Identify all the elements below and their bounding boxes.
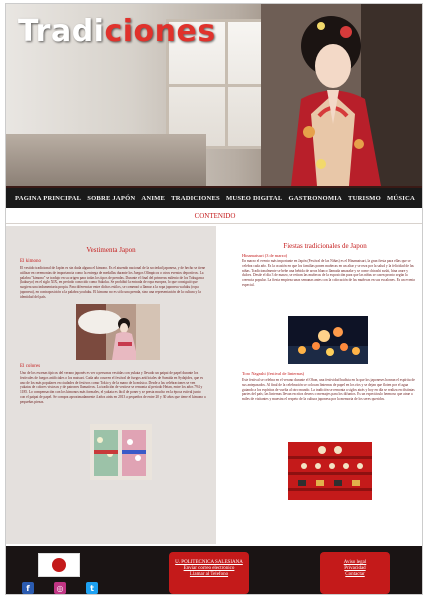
- legal-box: Aviso legal Privacidad Contactar: [320, 552, 390, 594]
- instagram-icon[interactable]: ◎: [54, 582, 66, 594]
- hero-banner: Tradiciones: [6, 4, 422, 186]
- divider: [6, 223, 422, 224]
- right-title: Fiestas tradicionales de Japon: [283, 242, 367, 250]
- toro-nagashi-heading: Toro Nagashi (festival de linternas): [242, 371, 305, 376]
- flag-circle: [52, 558, 66, 572]
- site-title: Tradiciones: [18, 14, 216, 49]
- site-title-part1: Tradi: [18, 14, 105, 49]
- hinamatsuri-heading: Hinamatsuri (3 de marzo): [242, 253, 288, 258]
- left-title: Vestimenta Japon: [86, 246, 136, 254]
- colours-heading: El colores: [20, 364, 41, 369]
- left-column: Vestimenta Japon El kimono El vestido tr…: [6, 226, 216, 544]
- footer: f ◎ t U. POLITECNICA SALESIANA Enviar co…: [6, 546, 422, 594]
- site-title-part2: ciones: [104, 14, 216, 49]
- kimono-image: [76, 304, 160, 360]
- nav-tradiciones[interactable]: TRADICIONES: [171, 195, 220, 202]
- page: Tradiciones PAGINA PRINCIPAL SOBRE JAPÓN…: [5, 3, 423, 595]
- colours-text: Uno de los escenas típicos del verano ja…: [20, 371, 206, 404]
- contact-box: U. POLITECNICA SALESIANA Enviar correo e…: [169, 552, 249, 594]
- hero-shelf-image: [6, 134, 206, 186]
- right-column: Fiestas tradicionales de Japon Hinamatsu…: [226, 226, 422, 544]
- facebook-icon[interactable]: f: [22, 582, 34, 594]
- japan-flag: [38, 553, 80, 577]
- lanterns-image: [288, 316, 368, 364]
- phone-link[interactable]: Llamar al Telefono: [169, 572, 249, 578]
- kimono-text: El vestido tradicional de Japón es sin d…: [20, 266, 206, 299]
- nav-musica[interactable]: MÚSICA: [387, 195, 415, 202]
- nav-pagina-principal[interactable]: PAGINA PRINCIPAL: [15, 195, 81, 202]
- nav-gastronomia[interactable]: GASTRONOMIA: [289, 195, 343, 202]
- nav-anime[interactable]: ANIME: [141, 195, 165, 202]
- hina-dolls-image: [288, 442, 372, 500]
- hinamatsuri-text: En marzo el evento más importante en Jap…: [242, 259, 416, 287]
- kimono-heading: El kimono: [20, 259, 41, 264]
- twitter-icon[interactable]: t: [86, 582, 98, 594]
- nav-sobre-japon[interactable]: SOBRE JAPÓN: [87, 195, 135, 202]
- nav-museo-digital[interactable]: MUSEO DIGITAL: [226, 195, 283, 202]
- contact-link[interactable]: Contactar: [320, 572, 390, 578]
- nav-turismo[interactable]: TURISMO: [348, 195, 381, 202]
- section-title: CONTENIDO: [194, 212, 236, 220]
- toro-nagashi-text: Este festival se celebra en el verano du…: [242, 378, 415, 402]
- geisha-image: [261, 4, 422, 186]
- main-nav: PAGINA PRINCIPAL SOBRE JAPÓN ANIME TRADI…: [6, 186, 422, 208]
- yukata-image: [90, 424, 152, 480]
